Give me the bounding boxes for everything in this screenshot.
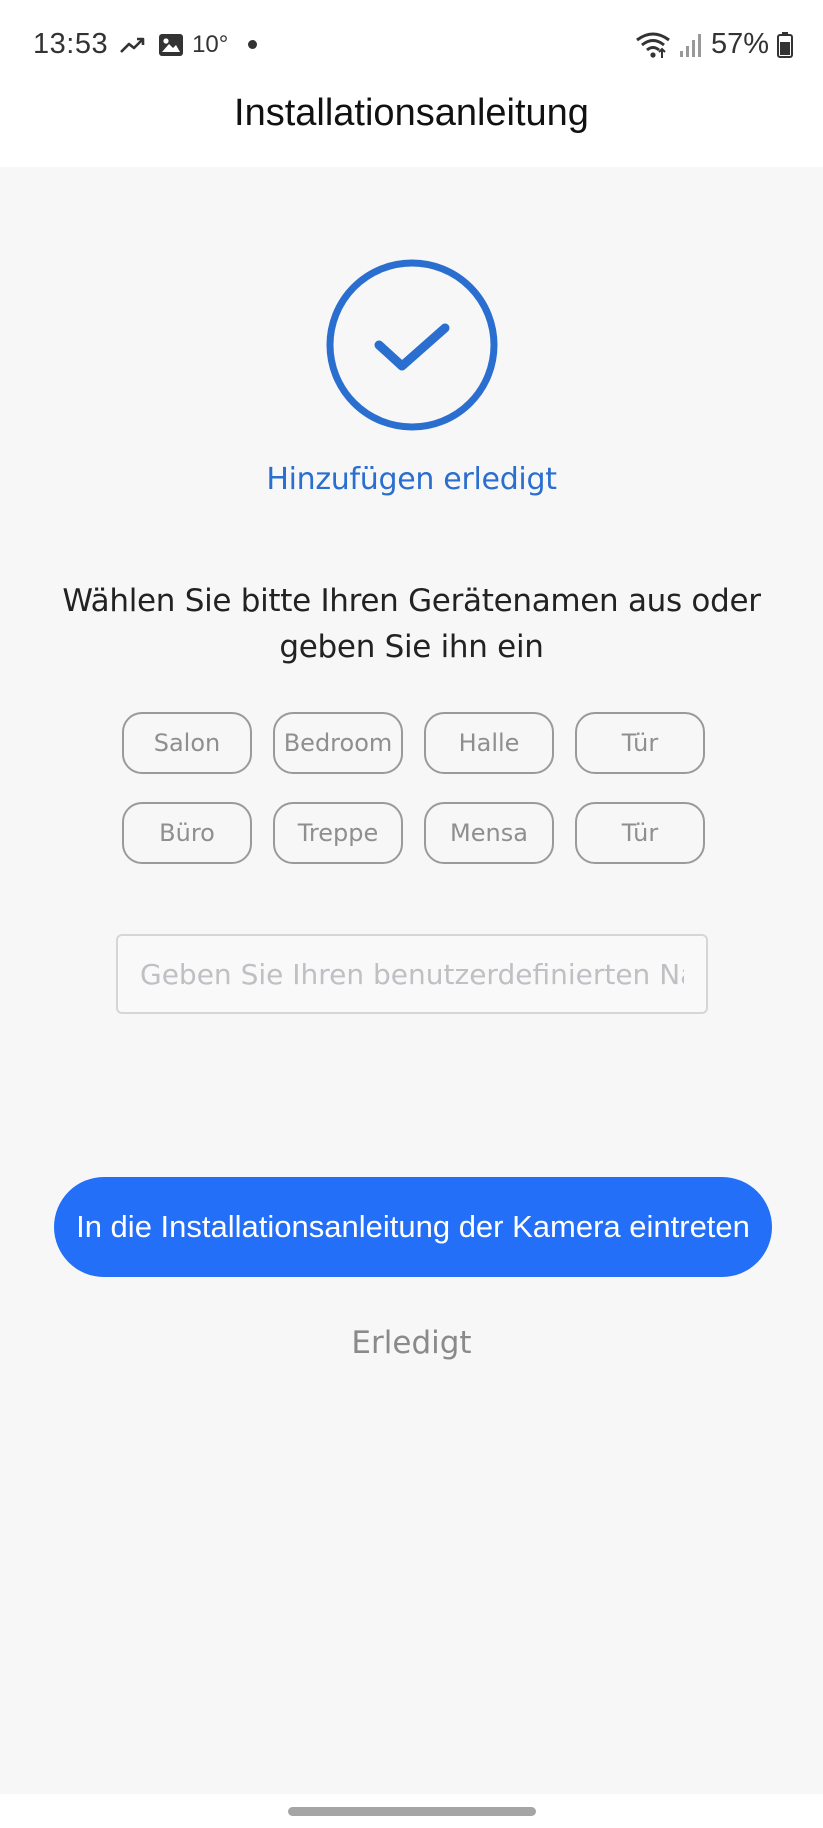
chip-tuer-2[interactable]: Tür: [575, 802, 705, 864]
enter-camera-guide-button[interactable]: In die Installationsanleitung der Kamera…: [54, 1177, 772, 1277]
signal-icon: [679, 32, 703, 58]
status-temperature: 10°: [192, 30, 229, 58]
chip-treppe[interactable]: Treppe: [273, 802, 403, 864]
status-battery-percent: 57%: [710, 28, 769, 60]
success-message: Hinzufügen erledigt: [266, 462, 557, 497]
wifi-icon: [635, 31, 671, 59]
device-name-chips: Salon Bedroom Halle Tür Büro Treppe Mens…: [122, 712, 706, 864]
status-bar: 13:53 10° 57%: [0, 0, 823, 92]
status-time: 13:53: [33, 28, 109, 60]
chip-halle[interactable]: Halle: [424, 712, 554, 774]
trending-icon: [120, 36, 146, 54]
custom-name-input[interactable]: [116, 934, 708, 1014]
device-name-prompt: Wählen Sie bitte Ihren Gerätenamen aus o…: [62, 583, 761, 665]
chip-mensa[interactable]: Mensa: [424, 802, 554, 864]
image-icon: [158, 33, 184, 57]
done-button[interactable]: Erledigt: [0, 1325, 823, 1361]
chip-tuer[interactable]: Tür: [575, 712, 705, 774]
chip-salon[interactable]: Salon: [122, 712, 252, 774]
home-indicator[interactable]: [288, 1807, 536, 1816]
notification-dot-icon: [248, 40, 258, 49]
battery-icon: [777, 31, 793, 58]
chip-buero[interactable]: Büro: [122, 802, 252, 864]
chip-bedroom[interactable]: Bedroom: [273, 712, 403, 774]
page-title: Installationsanleitung: [234, 92, 589, 134]
status-right: 57%: [635, 28, 793, 61]
checkmark-circle-icon: [325, 258, 499, 432]
status-left: 13:53 10°: [33, 28, 258, 61]
top-bar: 13:53 10° 57% Installationsanleitung: [0, 0, 823, 167]
